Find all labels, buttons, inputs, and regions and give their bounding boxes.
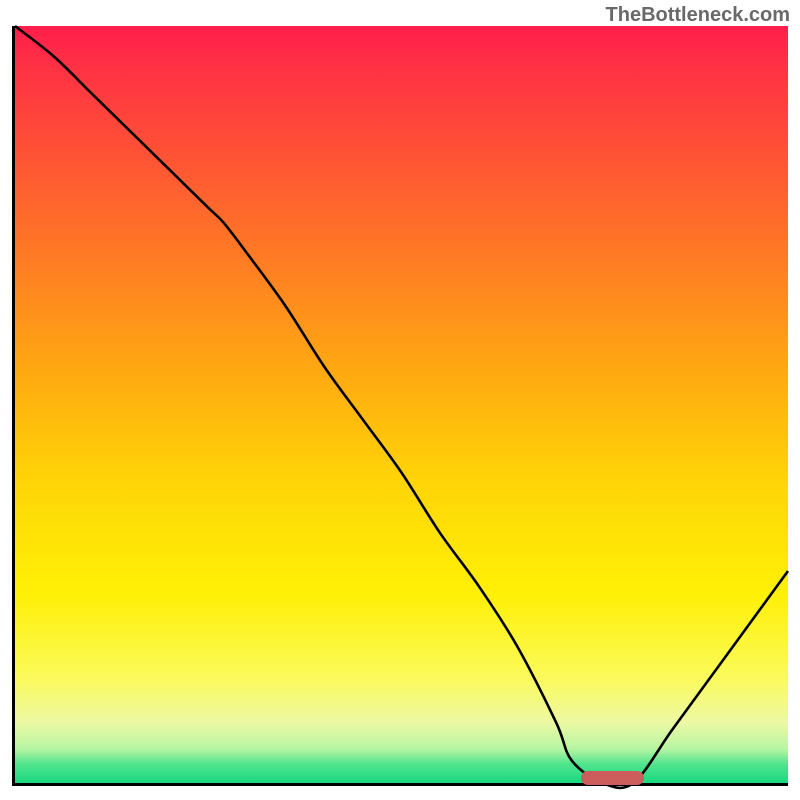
attribution-text: TheBottleneck.com: [606, 4, 790, 27]
chart-container: [12, 26, 788, 786]
bottleneck-curve: [15, 26, 788, 783]
optimum-marker: [581, 771, 643, 785]
